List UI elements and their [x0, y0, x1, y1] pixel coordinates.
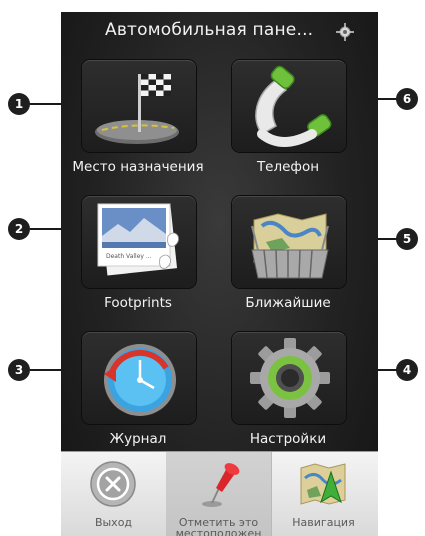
svg-text:Death Valley ...: Death Valley ... — [106, 253, 152, 260]
mark-location-button[interactable]: Отметить это местоположен — [166, 452, 272, 536]
tile-nearby[interactable]: Ближайшие — [223, 192, 353, 316]
exit-icon — [90, 461, 136, 507]
phone-handset-icon — [255, 65, 332, 147]
callout-number-5: 5 — [396, 228, 418, 250]
tile-phone[interactable]: Телефон — [223, 56, 353, 180]
callout-number-4: 4 — [396, 359, 418, 381]
callout-number-2: 2 — [8, 218, 30, 240]
tile-label: Телефон — [256, 159, 320, 175]
checkered-flag-icon — [95, 74, 179, 144]
tile-label: Место назначения — [72, 159, 204, 175]
gps-icon — [336, 23, 354, 41]
title-bar: Автомобильная пане... — [61, 12, 378, 52]
tile-label: Журнал — [109, 431, 167, 447]
exit-button[interactable]: Выход — [61, 452, 167, 536]
page-title: Автомобильная пане... — [105, 20, 314, 40]
bottom-dock: Выход Отметить это местоположен Навигаци… — [61, 451, 378, 536]
dock-label: Навигация — [292, 516, 355, 529]
callout-number-3: 3 — [8, 359, 30, 381]
navigation-map-icon — [300, 463, 346, 505]
gear-settings-icon — [250, 338, 330, 418]
tile-label: Footprints — [104, 295, 172, 311]
tile-label: Настройки — [249, 431, 327, 447]
callout-number-6: 6 — [396, 88, 418, 110]
tile-history[interactable]: Журнал — [73, 328, 203, 452]
tile-settings[interactable]: Настройки — [223, 328, 353, 452]
navigation-button[interactable]: Навигация — [271, 452, 378, 536]
tile-destination[interactable]: Место назначения — [72, 56, 204, 180]
footprints-photo-icon: Death Valley ... — [97, 203, 179, 276]
nearby-map-icon — [251, 213, 329, 279]
pushpin-icon — [202, 463, 240, 507]
clock-history-icon — [104, 344, 176, 416]
tile-label: Ближайшие — [245, 295, 331, 311]
dock-label: Отметить это местоположен — [175, 516, 262, 536]
callout-number-1: 1 — [8, 93, 30, 115]
tile-footprints[interactable]: Death Valley ... Footprints — [73, 192, 203, 316]
car-panel-screen: Автомобильная пане... Место назначения Т… — [61, 12, 378, 536]
dock-label: Выход — [94, 516, 133, 529]
